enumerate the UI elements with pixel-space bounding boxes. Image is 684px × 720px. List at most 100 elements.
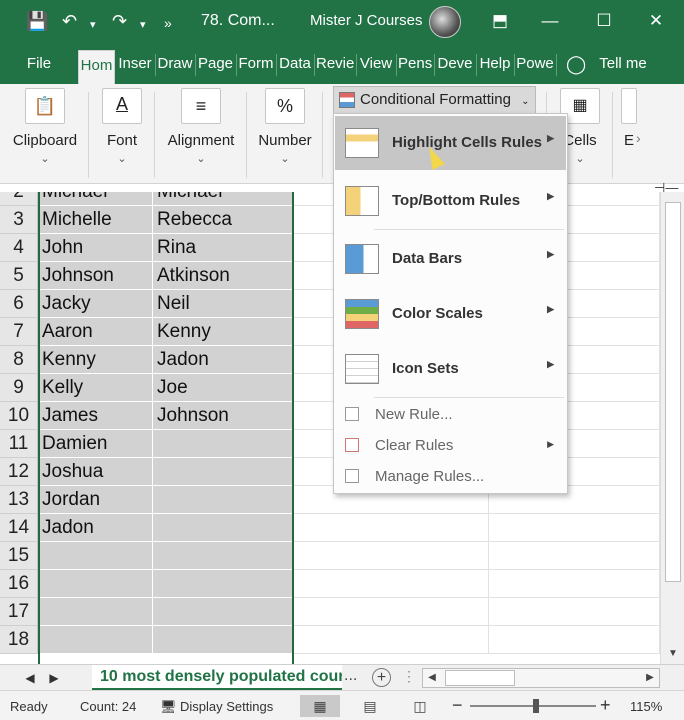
- cell-b[interactable]: Johnson: [153, 402, 294, 430]
- menu-icon-sets[interactable]: Icon Sets ▶: [335, 342, 566, 396]
- chevron-right-icon[interactable]: ›: [636, 130, 641, 146]
- cell-b[interactable]: Joe: [153, 374, 294, 402]
- cell-b[interactable]: Neil: [153, 290, 294, 318]
- cell-b[interactable]: [153, 514, 294, 542]
- row-header[interactable]: 18: [0, 626, 38, 654]
- cell-b[interactable]: [153, 430, 294, 458]
- cell-b[interactable]: [153, 598, 294, 626]
- tab-draw[interactable]: Draw: [157, 44, 193, 84]
- sheet-prev-icon[interactable]: ◀: [20, 668, 40, 688]
- cell-c[interactable]: [294, 514, 489, 542]
- cell-d[interactable]: [489, 514, 660, 542]
- cell-a[interactable]: Jacky: [38, 290, 153, 318]
- row-header[interactable]: 15: [0, 542, 38, 570]
- clipboard-group[interactable]: 📋 Clipboard ⌄: [4, 84, 86, 184]
- scroll-down-icon[interactable]: ▼: [665, 646, 681, 662]
- ribbon-display-icon[interactable]: ⬒: [486, 8, 514, 34]
- minimize-icon[interactable]: —: [536, 8, 564, 34]
- row-header[interactable]: 3: [0, 206, 38, 234]
- cell-b[interactable]: [153, 570, 294, 598]
- horizontal-scrollbar[interactable]: ◀ ▶: [422, 668, 660, 688]
- horizontal-scroll-thumb[interactable]: [445, 670, 515, 686]
- tab-power[interactable]: Powe: [516, 44, 554, 84]
- tab-view[interactable]: View: [358, 44, 394, 84]
- row-header[interactable]: 7: [0, 318, 38, 346]
- cell-a[interactable]: [38, 598, 153, 626]
- cell-a[interactable]: Kelly: [38, 374, 153, 402]
- zoom-slider-knob[interactable]: [533, 699, 540, 713]
- row-header[interactable]: 14: [0, 514, 38, 542]
- cell-c[interactable]: [294, 598, 489, 626]
- split-handle-icon[interactable]: ⋮: [402, 668, 416, 685]
- redo-dropdown-icon[interactable]: ▾: [140, 13, 146, 37]
- close-icon[interactable]: ✕: [642, 8, 670, 34]
- cell-a[interactable]: Jordan: [38, 486, 153, 514]
- zoom-level[interactable]: 115%: [630, 699, 662, 714]
- zoom-in-icon[interactable]: +: [600, 695, 611, 716]
- cell-c[interactable]: [294, 542, 489, 570]
- cell-d[interactable]: [489, 542, 660, 570]
- tab-help[interactable]: Help: [478, 44, 512, 84]
- redo-icon[interactable]: ↷: [112, 9, 127, 33]
- cell-b[interactable]: [153, 626, 294, 654]
- menu-clear-rules[interactable]: Clear Rules ▶: [335, 431, 566, 461]
- sheet-tab-more[interactable]: ...: [344, 667, 357, 685]
- cell-b[interactable]: Jadon: [153, 346, 294, 374]
- add-sheet-icon[interactable]: +: [372, 668, 391, 687]
- tab-developer[interactable]: Deve: [436, 44, 474, 84]
- row-header[interactable]: 4: [0, 234, 38, 262]
- cell-d[interactable]: [489, 598, 660, 626]
- cell-b[interactable]: [153, 486, 294, 514]
- tab-file[interactable]: File: [18, 44, 60, 84]
- row-header[interactable]: 6: [0, 290, 38, 318]
- vertical-scrollbar[interactable]: ▼: [660, 192, 684, 664]
- cell-a[interactable]: John: [38, 234, 153, 262]
- tab-page-layout[interactable]: Page: [197, 44, 234, 84]
- font-group[interactable]: A Font ⌄: [94, 84, 150, 184]
- row-header[interactable]: 5: [0, 262, 38, 290]
- cell-d[interactable]: [489, 570, 660, 598]
- tell-me-search[interactable]: Tell me: [594, 44, 652, 84]
- display-settings-button[interactable]: Display Settings: [180, 699, 273, 714]
- save-icon[interactable]: 💾: [26, 9, 48, 33]
- menu-highlight-cells-rules[interactable]: Highlight Cells Rules ▶: [335, 116, 566, 170]
- cell-b[interactable]: Atkinson: [153, 262, 294, 290]
- scroll-right-icon[interactable]: ▶: [641, 669, 659, 687]
- cell-b[interactable]: Rebecca: [153, 206, 294, 234]
- cell-a[interactable]: [38, 570, 153, 598]
- cell-a[interactable]: Damien: [38, 430, 153, 458]
- menu-new-rule[interactable]: New Rule...: [335, 400, 566, 430]
- sheet-next-icon[interactable]: ▶: [44, 668, 64, 688]
- undo-dropdown-icon[interactable]: ▾: [90, 13, 96, 37]
- cell-a[interactable]: [38, 542, 153, 570]
- tab-pens[interactable]: Pens: [398, 44, 432, 84]
- cell-b[interactable]: [153, 542, 294, 570]
- avatar[interactable]: [429, 6, 461, 38]
- cell-a[interactable]: Johnson: [38, 262, 153, 290]
- row-header[interactable]: 12: [0, 458, 38, 486]
- more-commands-icon[interactable]: »: [164, 11, 172, 35]
- tab-data[interactable]: Data: [278, 44, 312, 84]
- row-header[interactable]: 13: [0, 486, 38, 514]
- page-layout-view-icon[interactable]: ▤: [350, 695, 390, 717]
- cell-b[interactable]: [153, 458, 294, 486]
- maximize-icon[interactable]: ☐: [590, 8, 618, 34]
- cell-b[interactable]: Rina: [153, 234, 294, 262]
- tab-review[interactable]: Revie: [316, 44, 354, 84]
- scroll-thumb[interactable]: [665, 202, 681, 582]
- cell-c[interactable]: [294, 626, 489, 654]
- cell-a[interactable]: [38, 626, 153, 654]
- sheet-tab[interactable]: 10 most densely populated cour: [92, 665, 342, 691]
- tab-home[interactable]: Hom: [78, 50, 115, 84]
- display-settings-icon[interactable]: 🖥: [160, 699, 177, 715]
- row-header[interactable]: 2: [0, 192, 38, 206]
- number-group[interactable]: % Number ⌄: [252, 84, 318, 184]
- cell-a[interactable]: Kenny: [38, 346, 153, 374]
- row-header[interactable]: 8: [0, 346, 38, 374]
- menu-manage-rules[interactable]: Manage Rules...: [335, 462, 566, 492]
- scroll-left-icon[interactable]: ◀: [423, 669, 441, 687]
- cell-a[interactable]: Michelle: [38, 206, 153, 234]
- cell-c[interactable]: [294, 570, 489, 598]
- undo-icon[interactable]: ↶: [62, 9, 77, 33]
- cell-a[interactable]: Joshua: [38, 458, 153, 486]
